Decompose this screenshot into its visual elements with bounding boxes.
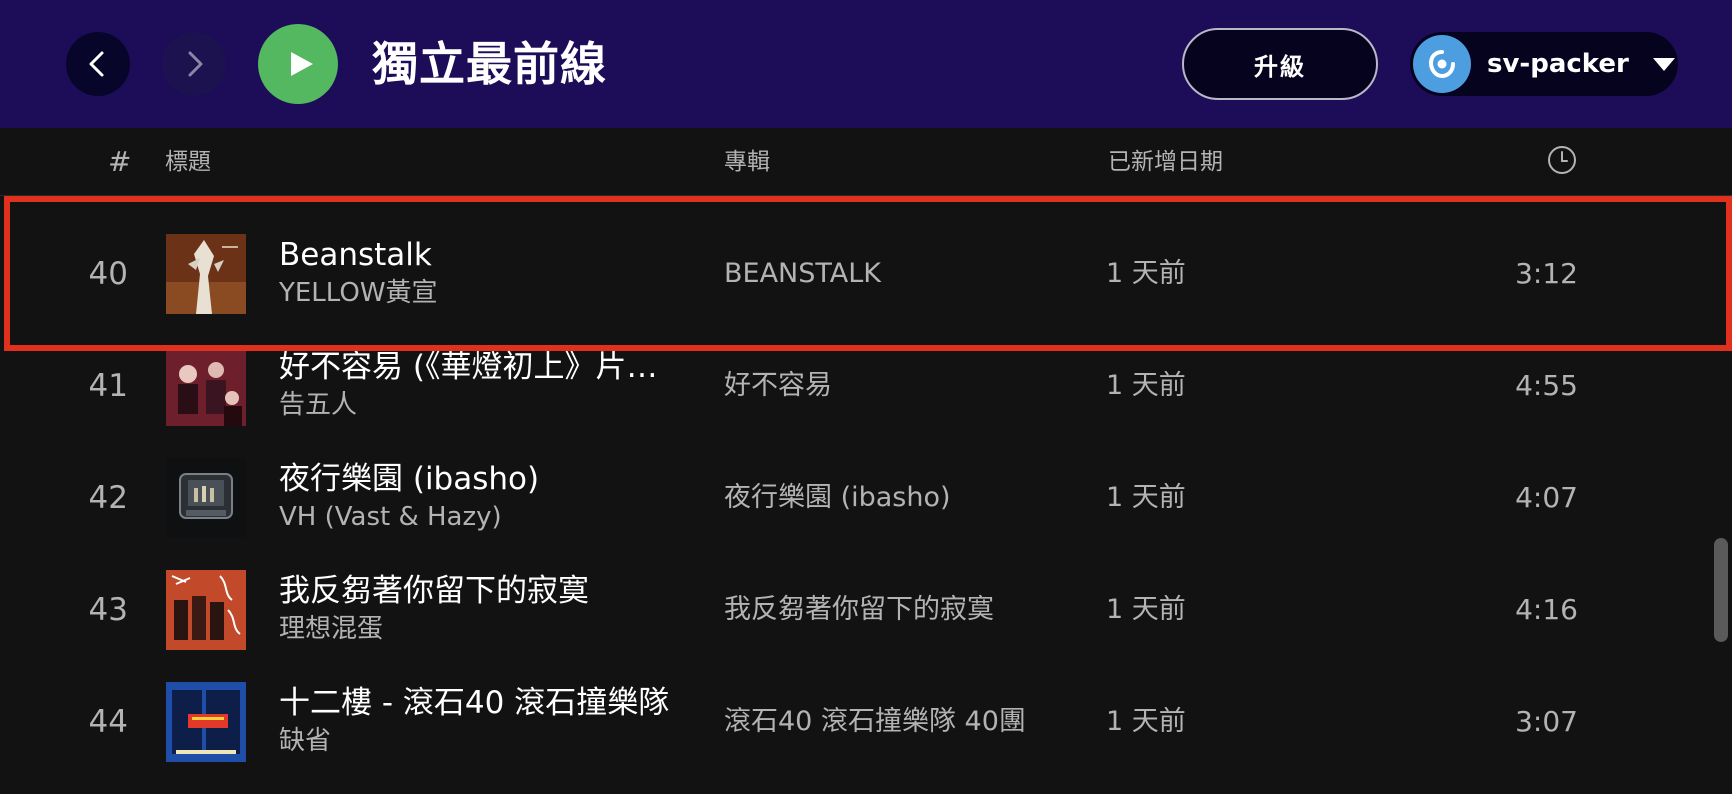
track-title[interactable]: 十二樓 - 滾石40 滾石撞樂隊 bbox=[279, 684, 679, 722]
avatar bbox=[1413, 35, 1471, 93]
track-row[interactable]: 43 我反芻著你留下的寂寞 理想混蛋 我反芻著你留下的寂寞 1 天前 4:16 bbox=[0, 554, 1720, 666]
track-number: 41 bbox=[88, 368, 128, 404]
track-duration: 3:07 bbox=[1515, 705, 1578, 738]
track-album[interactable]: 我反芻著你留下的寂寞 bbox=[724, 592, 1062, 628]
username: sv-packer bbox=[1487, 49, 1629, 79]
album-art bbox=[166, 234, 246, 314]
user-avatar-icon bbox=[1428, 50, 1455, 79]
track-row[interactable]: 42 夜行樂園 (ibasho) VH (Vast & Hazy) 夜行樂園 (… bbox=[0, 442, 1720, 554]
track-artist[interactable]: YELLOW黃宣 bbox=[279, 276, 679, 310]
track-date-added: 1 天前 bbox=[1106, 370, 1186, 401]
track-number: 40 bbox=[88, 256, 128, 292]
track-date-added: 1 天前 bbox=[1106, 482, 1186, 513]
track-row[interactable]: 40 Beanstalk YELLOW黃宣 BEANSTALK 1 天前 3:1… bbox=[0, 218, 1720, 330]
track-row[interactable]: 44 十二樓 - 滾石40 滾石撞樂隊 缺省 滾石40 滾石撞樂隊 40團 1 … bbox=[0, 666, 1720, 778]
album-art bbox=[166, 346, 246, 426]
track-album[interactable]: 滾石40 滾石撞樂隊 40團 bbox=[724, 704, 1062, 740]
caret-down-icon bbox=[1652, 57, 1675, 71]
track-number: 42 bbox=[88, 480, 128, 516]
tracklist-header: # 標題 專輯 已新增日期 bbox=[0, 128, 1732, 196]
top-bar: 獨立最前線 升級 sv-packer bbox=[0, 0, 1732, 128]
track-title[interactable]: 好不容易 (《華燈初上》片尾曲) bbox=[279, 348, 679, 386]
column-number: # bbox=[108, 145, 132, 178]
chevron-left-icon bbox=[89, 51, 104, 77]
track-number: 44 bbox=[88, 704, 128, 740]
track-duration: 3:12 bbox=[1515, 257, 1578, 290]
play-button[interactable] bbox=[258, 24, 338, 104]
album-art bbox=[166, 570, 246, 650]
track-artist[interactable]: 缺省 bbox=[279, 724, 679, 758]
track-date-added: 1 天前 bbox=[1106, 594, 1186, 625]
track-title[interactable]: Beanstalk bbox=[279, 236, 679, 274]
track-number: 43 bbox=[88, 592, 128, 628]
track-date-added: 1 天前 bbox=[1106, 258, 1186, 289]
track-artist[interactable]: VH (Vast & Hazy) bbox=[279, 500, 679, 534]
column-title[interactable]: 標題 bbox=[165, 148, 211, 176]
track-title[interactable]: 我反芻著你留下的寂寞 bbox=[279, 572, 679, 610]
column-album[interactable]: 專輯 bbox=[724, 148, 770, 176]
album-art bbox=[166, 458, 246, 538]
album-art bbox=[166, 682, 246, 762]
track-duration: 4:55 bbox=[1515, 369, 1578, 402]
track-title[interactable]: 夜行樂園 (ibasho) bbox=[279, 460, 679, 498]
scrollbar-thumb[interactable] bbox=[1714, 538, 1728, 642]
track-artist[interactable]: 告五人 bbox=[279, 388, 679, 422]
track-duration: 4:16 bbox=[1515, 593, 1578, 626]
back-button[interactable] bbox=[66, 32, 130, 96]
track-duration: 4:07 bbox=[1515, 481, 1578, 514]
upgrade-button[interactable]: 升級 bbox=[1182, 28, 1378, 100]
playlist-title: 獨立最前線 bbox=[372, 37, 607, 91]
track-artist[interactable]: 理想混蛋 bbox=[279, 612, 679, 646]
track-album[interactable]: 好不容易 bbox=[724, 368, 1062, 404]
clock-icon[interactable] bbox=[1546, 144, 1578, 176]
track-date-added: 1 天前 bbox=[1106, 706, 1186, 737]
track-album[interactable]: 夜行樂園 (ibasho) bbox=[724, 480, 1062, 516]
track-row[interactable]: 41 好不容易 (《華燈初上》片尾曲) 告五人 好不容易 1 天前 4:55 bbox=[0, 330, 1720, 442]
forward-button[interactable] bbox=[162, 32, 226, 96]
column-date-added[interactable]: 已新增日期 bbox=[1108, 148, 1223, 176]
chevron-right-icon bbox=[188, 51, 203, 77]
track-album[interactable]: BEANSTALK bbox=[724, 256, 1062, 292]
user-menu-button[interactable]: sv-packer bbox=[1410, 32, 1678, 96]
play-icon bbox=[290, 52, 313, 76]
